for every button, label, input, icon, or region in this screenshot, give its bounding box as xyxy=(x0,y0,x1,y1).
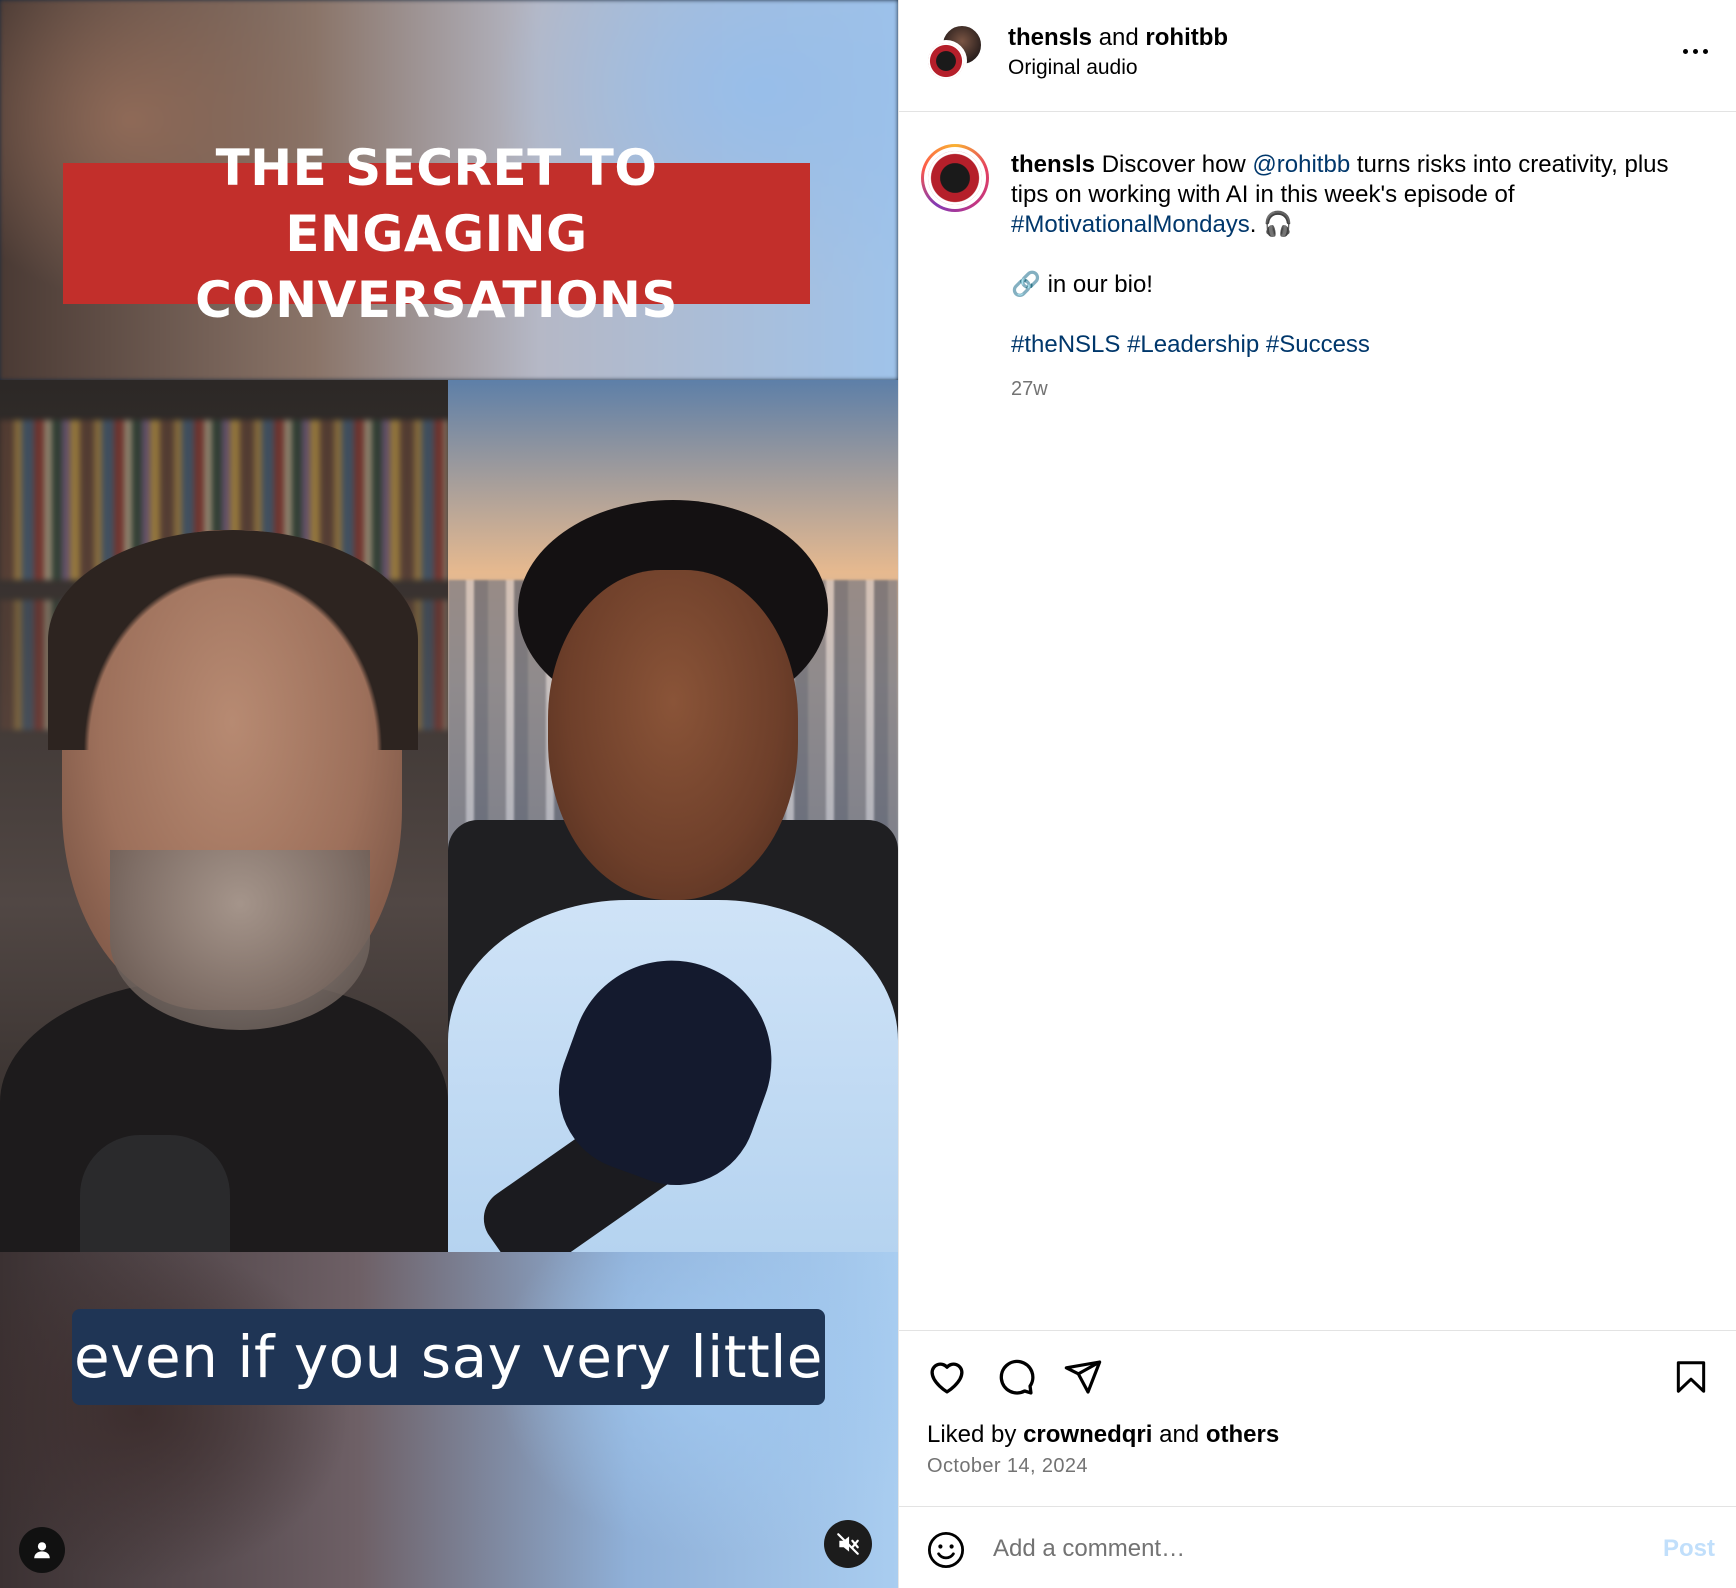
liked-user-link[interactable]: crownedqri xyxy=(1023,1421,1152,1448)
likes-summary: Liked by crownedqri and others xyxy=(927,1421,1279,1449)
video-blurred-background-bottom xyxy=(0,1252,898,1588)
nsls-logo-icon xyxy=(928,151,982,205)
avatar-thensls[interactable] xyxy=(925,40,967,82)
hashtag-link[interactable]: #MotivationalMondays xyxy=(1011,211,1250,238)
comment-button[interactable] xyxy=(993,1355,1037,1399)
hashtag-link[interactable]: #theNSLS xyxy=(1011,331,1120,358)
mute-toggle-button[interactable] xyxy=(824,1520,872,1568)
post-header: thensls and rohitbb Original audio xyxy=(899,0,1736,112)
more-options-button[interactable] xyxy=(1677,36,1713,66)
muted-speaker-icon xyxy=(837,1533,859,1555)
caption-username[interactable]: thensls xyxy=(1011,151,1095,178)
video-title-overlay: THE SECRET TO ENGAGING CONVERSATIONS xyxy=(63,139,810,329)
caption-text: Discover how xyxy=(1101,151,1246,178)
video-speaker-left xyxy=(0,380,448,1252)
caption-bio-line: 🔗 in our bio! xyxy=(1011,270,1711,300)
video-speaker-right xyxy=(448,380,898,1252)
share-icon xyxy=(1064,1360,1102,1394)
author-link-rohitbb[interactable]: rohitbb xyxy=(1145,24,1228,51)
author-link-thensls[interactable]: thensls xyxy=(1008,24,1092,51)
authors-connector: and xyxy=(1098,24,1139,51)
user-icon xyxy=(34,1542,50,1559)
speaker-left-hair xyxy=(48,530,418,750)
caption-avatar-story-ring[interactable] xyxy=(921,144,989,212)
link-emoji: 🔗 xyxy=(1011,271,1041,298)
post-date[interactable]: October 14, 2024 xyxy=(927,1455,1088,1478)
speaker-right-face xyxy=(548,570,798,900)
speaker-left-beard xyxy=(110,850,370,1030)
headphones-emoji: 🎧 xyxy=(1263,211,1294,238)
audio-link[interactable]: Original audio xyxy=(1008,56,1138,80)
liked-by-label: Liked by xyxy=(927,1421,1017,1448)
like-button[interactable] xyxy=(925,1355,969,1399)
video-title-text: THE SECRET TO ENGAGING CONVERSATIONS xyxy=(195,138,678,329)
hashtag-link[interactable]: #Leadership xyxy=(1127,331,1259,358)
emoji-icon xyxy=(927,1531,965,1569)
comment-composer: Post xyxy=(899,1506,1736,1588)
liked-connector: and xyxy=(1159,1421,1200,1448)
share-button[interactable] xyxy=(1061,1355,1105,1399)
microphone-left xyxy=(80,1135,230,1252)
emoji-picker-button[interactable] xyxy=(925,1529,967,1571)
caption-timestamp[interactable]: 27w xyxy=(1011,374,1711,404)
more-options-icon xyxy=(1702,48,1708,54)
comment-input[interactable] xyxy=(993,1529,1573,1569)
post-actions: Liked by crownedqri and others October 1… xyxy=(899,1330,1736,1510)
bookmark-icon xyxy=(1676,1361,1706,1393)
liked-others-link[interactable]: others xyxy=(1206,1421,1279,1448)
save-button[interactable] xyxy=(1669,1355,1713,1399)
video-subtitle-overlay: even if you say very little xyxy=(72,1309,825,1405)
caption-hashtags: #theNSLS #Leadership #Success xyxy=(1011,330,1711,360)
post-side-panel: thensls and rohitbb Original audio thens… xyxy=(898,0,1736,1588)
caption-text: in our bio! xyxy=(1047,271,1153,298)
caption-text: . xyxy=(1249,211,1257,238)
hashtag-link[interactable]: #Success xyxy=(1266,331,1370,358)
post-authors: thensls and rohitbb xyxy=(1008,24,1228,52)
more-options-icon xyxy=(1682,48,1688,54)
reel-video[interactable]: THE SECRET TO ENGAGING CONVERSATIONS eve… xyxy=(0,0,898,1588)
caption-avatar xyxy=(924,147,986,209)
heart-icon xyxy=(930,1362,964,1394)
post-comment-button[interactable]: Post xyxy=(1663,1535,1715,1563)
more-options-icon xyxy=(1692,48,1698,54)
caption-body: thensls Discover how @rohitbb turns risk… xyxy=(1011,150,1711,404)
tagged-users-button[interactable] xyxy=(19,1527,65,1573)
video-subtitle-text: even if you say very little xyxy=(73,1323,823,1391)
mention-link[interactable]: @rohitbb xyxy=(1252,151,1350,178)
comment-icon xyxy=(999,1359,1035,1395)
nsls-logo-icon xyxy=(928,43,964,79)
caption-paragraph: thensls Discover how @rohitbb turns risk… xyxy=(1011,150,1711,240)
